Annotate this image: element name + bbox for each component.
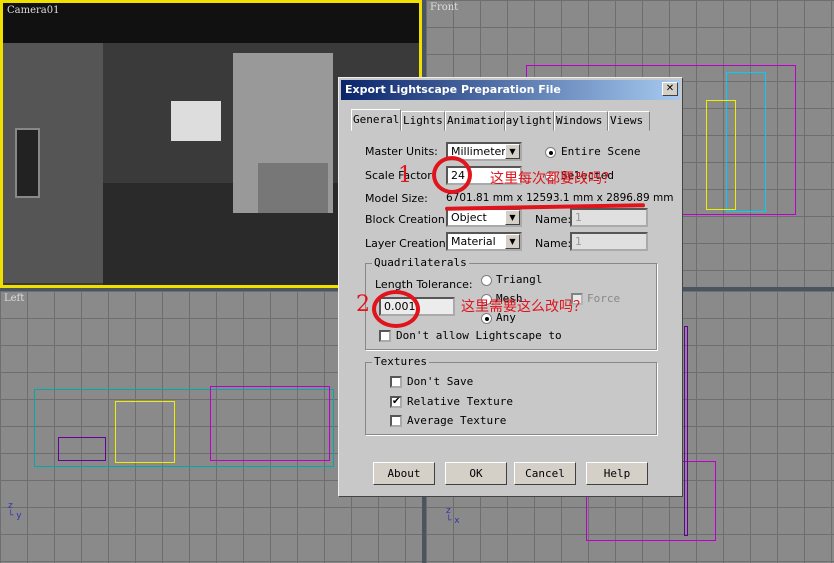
ceiling <box>3 3 419 43</box>
export-lightscape-dialog: Export Lightscape Preparation File ✕ Gene… <box>338 77 683 497</box>
dont-allow-label: Don't allow Lightscape to <box>396 329 562 342</box>
layer-creation-select[interactable]: Material ▼ <box>446 232 522 251</box>
viewport-label: Left <box>4 293 25 304</box>
master-units-label: Master Units: <box>365 145 438 158</box>
model-size-label: Model Size: <box>365 192 428 205</box>
group-label: Textures <box>372 355 429 368</box>
about-button[interactable]: About <box>373 462 435 485</box>
annotation-text-2: 这里需要这么改吗？ <box>461 299 587 315</box>
viewport-label: Camera01 <box>7 5 60 16</box>
wireframe <box>115 401 175 463</box>
wireframe <box>58 437 106 461</box>
layer-creation-label: Layer Creation: <box>365 237 450 250</box>
cancel-button[interactable]: Cancel <box>514 462 576 485</box>
tab-bar: General Lights Animation Daylight Window… <box>351 109 650 131</box>
annotation-circle-1 <box>432 156 472 194</box>
block-creation-label: Block Creation: <box>365 213 449 226</box>
block-creation-value: Object <box>451 211 487 224</box>
triangle-label: Triangl <box>496 273 543 286</box>
master-units-value: Millimeters <box>451 145 512 158</box>
axis-gizmo: z └ x <box>446 506 460 526</box>
name-label: Name: <box>535 213 572 226</box>
dont-save-label: Don't Save <box>407 375 474 388</box>
dont-allow-checkbox[interactable] <box>379 330 391 342</box>
average-texture-checkbox[interactable] <box>390 415 402 427</box>
annotation-text-1: 这里每次都要改吗？ <box>490 171 616 187</box>
tab-windows[interactable]: Windows <box>554 111 608 131</box>
textures-group: Textures Don't Save ✔ Relative Texture A… <box>365 355 657 435</box>
block-creation-select[interactable]: Object ▼ <box>446 208 522 227</box>
close-button[interactable]: ✕ <box>662 82 678 96</box>
length-tolerance-label: Length Tolerance: <box>375 278 473 291</box>
annotation-circle-2 <box>372 290 420 328</box>
sofa <box>258 163 328 213</box>
ok-button[interactable]: OK <box>445 462 507 485</box>
layer-creation-value: Material <box>451 235 496 248</box>
tab-views[interactable]: Views <box>608 111 650 131</box>
triangle-radio[interactable] <box>481 275 492 286</box>
help-button[interactable]: Help <box>586 462 648 485</box>
entire-scene-label: Entire Scene <box>561 145 641 158</box>
picture <box>171 101 221 141</box>
model-size-value: 6701.81 mm x 12593.1 mm x 2896.89 mm <box>446 192 674 204</box>
block-name-input[interactable]: 1 <box>570 208 648 227</box>
entire-scene-radio[interactable] <box>545 147 556 158</box>
average-texture-label: Average Texture <box>407 414 507 427</box>
chevron-down-icon: ▼ <box>505 234 520 249</box>
dialog-titlebar[interactable]: Export Lightscape Preparation File ✕ <box>341 80 680 100</box>
force-label: Force <box>587 292 621 305</box>
axis-gizmo: z └ y <box>8 501 22 521</box>
layer-name-input[interactable]: 1 <box>570 232 648 251</box>
relative-texture-label: Relative Texture <box>407 395 513 408</box>
wireframe <box>210 386 330 461</box>
wireframe <box>706 100 736 210</box>
relative-texture-checkbox[interactable]: ✔ <box>390 396 402 408</box>
chevron-down-icon: ▼ <box>505 210 520 225</box>
annotation-number-2: 2 <box>356 292 370 317</box>
tab-lights[interactable]: Lights <box>401 111 445 131</box>
tab-general[interactable]: General <box>351 109 401 131</box>
chevron-down-icon: ▼ <box>505 144 520 159</box>
tab-daylight[interactable]: Daylight <box>505 111 554 131</box>
viewport-label: Front <box>430 2 459 13</box>
tab-animation[interactable]: Animation <box>445 111 505 131</box>
tv <box>15 128 40 198</box>
dialog-title: Export Lightscape Preparation File <box>345 83 561 96</box>
annotation-number-1: 1 <box>398 163 412 188</box>
group-label: Quadrilaterals <box>372 256 469 269</box>
wireframe <box>684 326 688 536</box>
dont-save-checkbox[interactable] <box>390 376 402 388</box>
name-label: Name: <box>535 237 572 250</box>
